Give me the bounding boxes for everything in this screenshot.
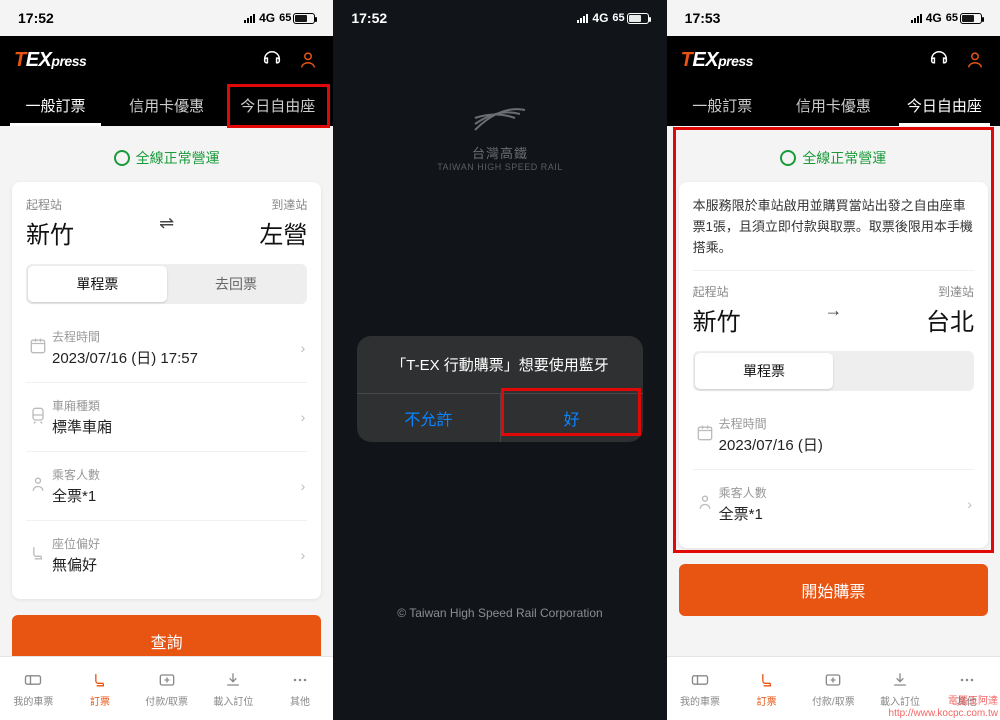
battery-icon: 65 <box>612 12 648 24</box>
to-station[interactable]: 到達站 台北 <box>847 283 974 337</box>
chevron-right-icon: › <box>967 496 972 512</box>
nav-booking[interactable]: 訂票 <box>67 657 134 720</box>
screen-today-seat: 17:53 4G 65 TEXpress 一般訂票 <box>667 0 1000 720</box>
watermark: 電腦王阿達 http://www.kocpc.com.tw <box>889 696 998 720</box>
status-time: 17:53 <box>685 10 721 26</box>
nav-import[interactable]: 載入訂位 <box>200 657 267 720</box>
content-area: 全線正常營運 本服務限於車站啟用並購買當站出發之自由座車票1張，且須立即付款與取… <box>667 126 1000 628</box>
battery-icon: 65 <box>279 12 315 24</box>
arrow-right-icon: → <box>819 300 847 321</box>
today-card: 本服務限於車站啟用並購買當站出發之自由座車票1張，且須立即付款與取票。取票後限用… <box>679 182 988 548</box>
service-status: 全線正常營運 <box>679 138 988 182</box>
nav-mytickets[interactable]: 我的車票 <box>0 657 67 720</box>
row-car-type[interactable]: 車廂種類標準車廂 › <box>26 382 307 451</box>
network-label: 4G <box>592 11 608 25</box>
app-header: TEXpress <box>0 36 333 84</box>
bottom-nav: 我的車票 訂票 付款/取票 載入訂位 其他 <box>0 656 333 720</box>
alert-title: 「T-EX 行動購票」想要使用藍牙 <box>357 336 642 393</box>
train-icon <box>28 405 52 430</box>
row-depart-time[interactable]: 去程時間2023/07/16 (日) <box>693 401 974 469</box>
status-right: 4G 65 <box>911 11 982 25</box>
profile-icon[interactable] <box>297 49 319 71</box>
status-bar: 17:52 4G 65 <box>0 0 333 36</box>
tab-today[interactable]: 今日自由座 <box>222 84 333 126</box>
person-icon <box>695 492 719 517</box>
alert-ok-button[interactable]: 好 <box>500 394 643 442</box>
to-station[interactable]: 到達站 左營 <box>181 196 308 250</box>
calendar-icon <box>695 423 719 448</box>
from-station[interactable]: 起程站 新竹 <box>26 196 153 250</box>
status-right: 4G 65 <box>244 11 315 25</box>
status-bar: 17:52 4G 65 <box>333 0 666 36</box>
row-seat-pref[interactable]: 座位偏好無偏好 › <box>26 520 307 589</box>
nav-mytickets[interactable]: 我的車票 <box>667 657 734 720</box>
opt-oneway[interactable]: 單程票 <box>28 266 167 302</box>
service-status: 全線正常營運 <box>12 138 321 182</box>
screen-booking: 17:52 4G 65 TEXpress 一般訂票 <box>0 0 333 720</box>
from-station[interactable]: 起程站 新竹 <box>693 283 820 337</box>
app-header: TEXpress <box>667 36 1000 84</box>
calendar-icon <box>28 336 52 361</box>
tab-general[interactable]: 一般訂票 <box>0 84 111 126</box>
chevron-right-icon: › <box>301 478 306 494</box>
signal-icon <box>244 13 255 23</box>
status-time: 17:52 <box>18 10 54 26</box>
network-label: 4G <box>926 11 942 25</box>
trip-type-segment: 單程票 <box>693 351 974 391</box>
tab-credit[interactable]: 信用卡優惠 <box>778 84 889 126</box>
trip-type-segment: 單程票 去回票 <box>26 264 307 304</box>
station-selector: 起程站 新竹 → 到達站 台北 <box>693 270 974 337</box>
opt-oneway: 單程票 <box>695 353 834 389</box>
swap-icon[interactable]: ⇌ <box>153 213 181 234</box>
booking-card: 起程站 新竹 ⇌ 到達站 左營 單程票 去回票 <box>12 182 321 599</box>
top-tabs: 一般訂票 信用卡優惠 今日自由座 <box>0 84 333 126</box>
status-time: 17:52 <box>351 10 387 26</box>
tab-today[interactable]: 今日自由座 <box>889 84 1000 126</box>
battery-icon: 65 <box>946 12 982 24</box>
row-depart-time[interactable]: 去程時間2023/07/16 (日) 17:57 › <box>26 314 307 382</box>
status-bar: 17:53 4G 65 <box>667 0 1000 36</box>
tab-general[interactable]: 一般訂票 <box>667 84 778 126</box>
seat-icon <box>28 543 52 568</box>
content-area: 全線正常營運 起程站 新竹 ⇌ 到達站 左營 單程票 去回票 <box>0 126 333 712</box>
app-logo: TEXpress <box>14 49 86 72</box>
status-right: 4G 65 <box>577 11 648 25</box>
tab-credit[interactable]: 信用卡優惠 <box>111 84 222 126</box>
nav-pay[interactable]: 付款/取票 <box>133 657 200 720</box>
signal-icon <box>911 13 922 23</box>
splash-logo: 台灣高鐵 TAIWAN HIGH SPEED RAIL <box>333 100 666 172</box>
person-icon <box>28 474 52 499</box>
opt-round[interactable]: 去回票 <box>167 266 306 302</box>
chevron-right-icon: › <box>301 409 306 425</box>
profile-icon[interactable] <box>964 49 986 71</box>
screen-splash: 17:52 4G 65 台灣高鐵 TAIWAN HIGH SPEED RAIL … <box>333 0 666 720</box>
top-tabs: 一般訂票 信用卡優惠 今日自由座 <box>667 84 1000 126</box>
copyright: © Taiwan High Speed Rail Corporation <box>333 606 666 620</box>
start-purchase-button[interactable]: 開始購票 <box>679 564 988 616</box>
row-passengers[interactable]: 乘客人數全票*1 › <box>693 469 974 538</box>
support-icon[interactable] <box>261 49 283 71</box>
signal-icon <box>577 13 588 23</box>
alert-deny-button[interactable]: 不允許 <box>357 394 499 442</box>
bluetooth-alert: 「T-EX 行動購票」想要使用藍牙 不允許 好 <box>357 336 642 442</box>
nav-pay[interactable]: 付款/取票 <box>800 657 867 720</box>
nav-more[interactable]: 其他 <box>267 657 334 720</box>
row-passengers[interactable]: 乘客人數全票*1 › <box>26 451 307 520</box>
service-notice: 本服務限於車站啟用並購買當站出發之自由座車票1張，且須立即付款與取票。取票後限用… <box>693 196 974 270</box>
app-logo: TEXpress <box>681 49 753 72</box>
chevron-right-icon: › <box>301 340 306 356</box>
support-icon[interactable] <box>928 49 950 71</box>
station-selector: 起程站 新竹 ⇌ 到達站 左營 <box>26 196 307 250</box>
chevron-right-icon: › <box>301 547 306 563</box>
network-label: 4G <box>259 11 275 25</box>
nav-booking[interactable]: 訂票 <box>733 657 800 720</box>
